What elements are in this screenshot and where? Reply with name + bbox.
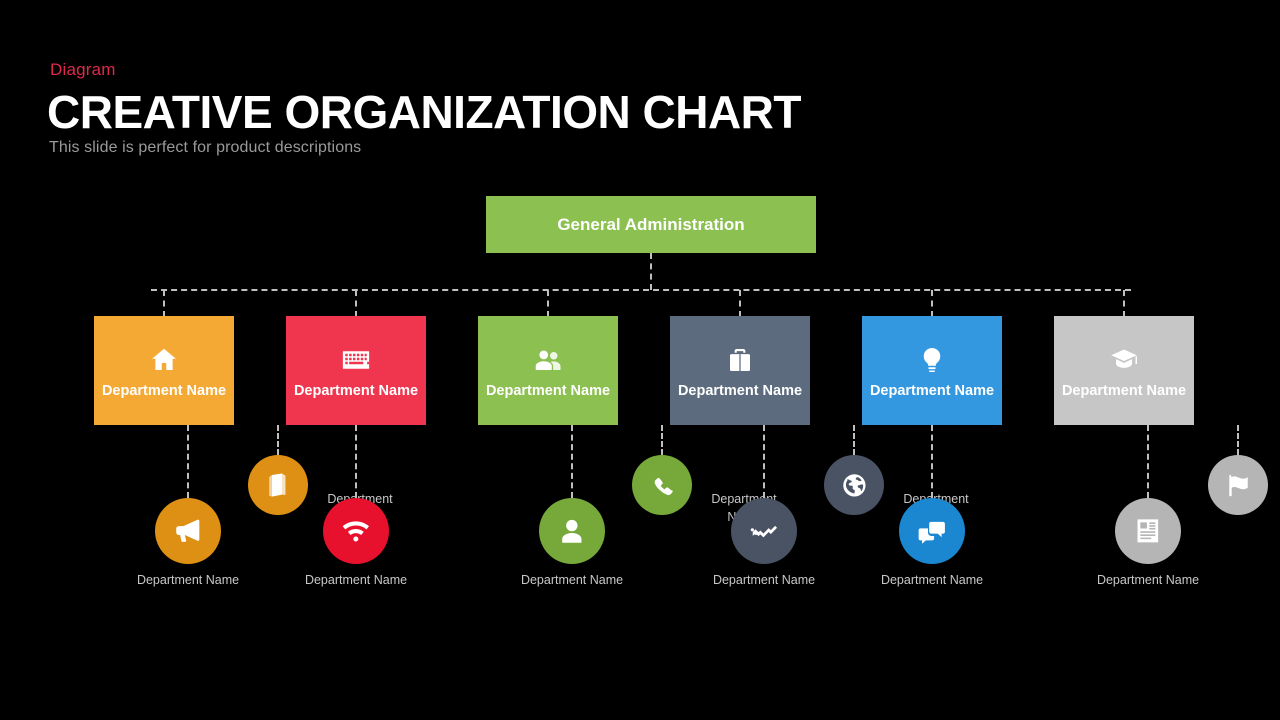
dept-box-label: Department Name	[101, 382, 227, 399]
node-circle-branch-4-0[interactable]	[731, 498, 797, 564]
page-title: CREATIVE ORGANIZATION CHART	[47, 86, 802, 138]
slide-kicker: Diagram	[50, 60, 116, 79]
node-label-branch-6-1: Department Name	[1270, 491, 1280, 526]
book-icon	[264, 471, 293, 500]
connector-drop-branch-4	[739, 290, 741, 317]
root-node-general-administration[interactable]: General Administration	[486, 196, 816, 253]
dept-box-label: Department Name	[1061, 382, 1187, 399]
node-circle-branch-1-1[interactable]	[248, 455, 308, 515]
dept-box-branch-2[interactable]: Department Name	[286, 316, 426, 425]
node-circle-branch-3-1[interactable]	[632, 455, 692, 515]
user-icon	[556, 515, 588, 547]
lightbulb-icon	[915, 343, 949, 377]
graduation-cap-icon	[1107, 343, 1141, 377]
slide-subtitle: This slide is perfect for product descri…	[49, 139, 362, 156]
node-circle-branch-4-1[interactable]	[824, 455, 884, 515]
users-icon	[531, 343, 565, 377]
briefcase-icon	[723, 343, 757, 377]
node-circle-branch-1-0[interactable]	[155, 498, 221, 564]
dept-box-label: Department Name	[485, 382, 611, 399]
connector-leg-branch-6-0	[1147, 425, 1149, 498]
chat-icon	[916, 515, 948, 547]
dept-box-label: Department Name	[293, 382, 419, 399]
connector-leg-branch-4-0	[763, 425, 765, 498]
flag-icon	[1224, 471, 1253, 500]
line-chart-icon	[748, 515, 780, 547]
keyboard-icon	[339, 343, 373, 377]
globe-icon	[840, 471, 869, 500]
dept-box-branch-4[interactable]: Department Name	[670, 316, 810, 425]
node-label-branch-3-0: Department Name	[520, 573, 624, 587]
root-node-label: General Administration	[557, 214, 745, 234]
node-label-branch-1-0: Department Name	[136, 573, 240, 587]
connector-drop-branch-2	[355, 290, 357, 317]
connector-leg-branch-1-1	[277, 425, 279, 455]
connector-horizontal-bus	[151, 289, 1131, 291]
dept-box-branch-6[interactable]: Department Name	[1054, 316, 1194, 425]
connector-leg-branch-3-1	[661, 425, 663, 455]
node-circle-branch-5-0[interactable]	[899, 498, 965, 564]
connector-leg-branch-2-0	[355, 425, 357, 498]
slide-canvas: Diagram CREATIVE ORGANIZATION CHART This…	[0, 0, 1280, 720]
connector-drop-branch-1	[163, 290, 165, 317]
connector-drop-branch-3	[547, 290, 549, 317]
dept-box-branch-3[interactable]: Department Name	[478, 316, 618, 425]
connector-leg-branch-6-1	[1237, 425, 1239, 455]
newspaper-icon	[1132, 515, 1164, 547]
connector-drop-branch-6	[1123, 290, 1125, 317]
node-circle-branch-6-0[interactable]	[1115, 498, 1181, 564]
node-circle-branch-3-0[interactable]	[539, 498, 605, 564]
node-label-branch-4-0: Department Name	[712, 573, 816, 587]
node-label-branch-6-0: Department Name	[1096, 573, 1200, 587]
connector-leg-branch-1-0	[187, 425, 189, 498]
node-label-branch-5-0: Department Name	[880, 573, 984, 587]
node-circle-branch-2-0[interactable]	[323, 498, 389, 564]
dept-box-label: Department Name	[869, 382, 995, 399]
dept-box-branch-5[interactable]: Department Name	[862, 316, 1002, 425]
wifi-icon	[340, 515, 372, 547]
connector-leg-branch-3-0	[571, 425, 573, 498]
node-label-branch-2-0: Department Name	[304, 573, 408, 587]
phone-icon	[648, 471, 677, 500]
dept-box-label: Department Name	[677, 382, 803, 399]
connector-leg-branch-5-0	[931, 425, 933, 498]
connector-leg-branch-4-1	[853, 425, 855, 455]
connector-root-vertical	[650, 253, 652, 290]
megaphone-icon	[172, 515, 204, 547]
node-circle-branch-6-1[interactable]	[1208, 455, 1268, 515]
home-icon	[147, 343, 181, 377]
dept-box-branch-1[interactable]: Department Name	[94, 316, 234, 425]
connector-drop-branch-5	[931, 290, 933, 317]
